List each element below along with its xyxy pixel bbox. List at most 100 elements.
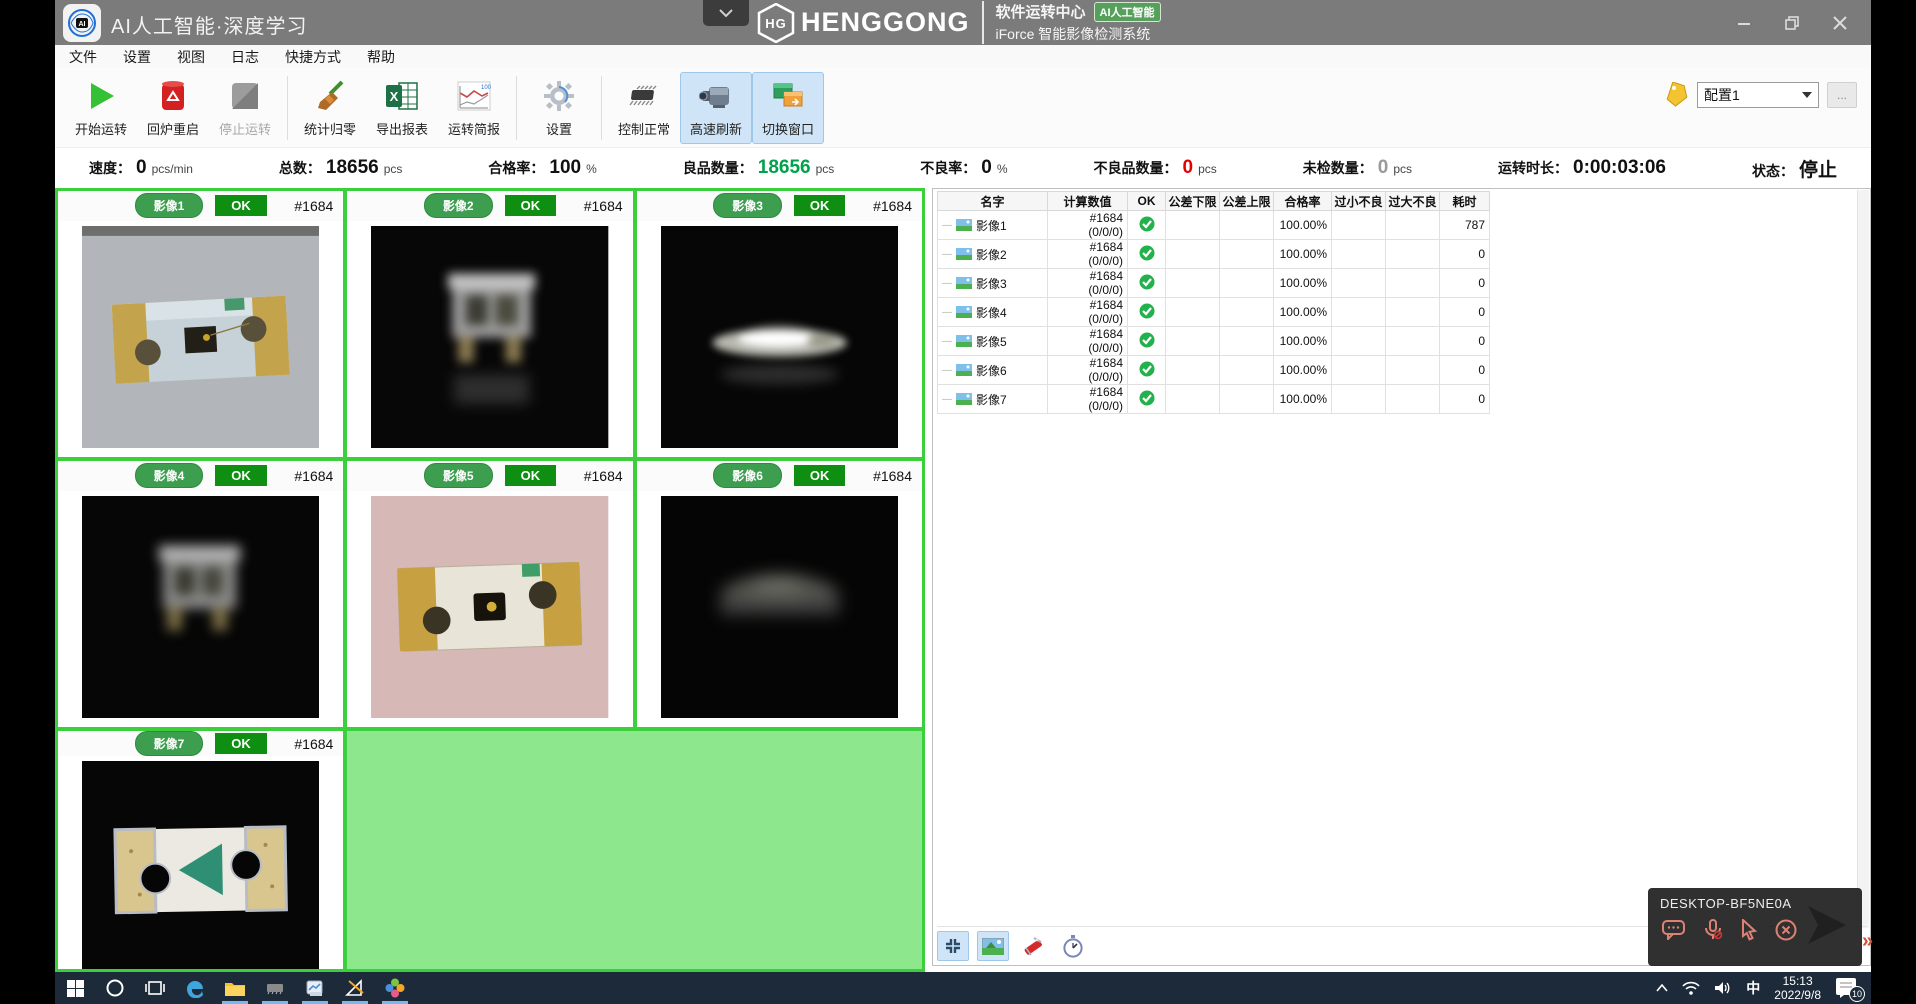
config-select[interactable]: 配置1 <box>1697 82 1819 108</box>
task-view-button[interactable] <box>135 972 175 1004</box>
color-dots-icon <box>385 978 405 998</box>
volume-icon[interactable] <box>1714 981 1732 995</box>
frame-count: #1684 <box>873 468 912 484</box>
stat-pass-rate: 合格率：100% <box>488 157 596 179</box>
ok-check-icon <box>1139 361 1155 377</box>
more-config-button[interactable]: ... <box>1827 82 1857 108</box>
restore-button[interactable] <box>1781 12 1803 34</box>
cursor-icon[interactable] <box>1740 919 1758 941</box>
camera-panel-3[interactable]: 影像3OK#1684 <box>637 191 922 457</box>
status-badge: OK <box>215 465 267 486</box>
collapse-tab[interactable] <box>703 0 749 26</box>
broom-icon <box>311 78 349 114</box>
ok-check-icon <box>1139 332 1155 348</box>
tools-button[interactable] <box>1017 931 1049 961</box>
popup-expand-chevrons[interactable]: » <box>1862 930 1871 953</box>
frame-count: #1684 <box>584 468 623 484</box>
cortana-button[interactable] <box>95 972 135 1004</box>
fit-view-button[interactable] <box>937 931 969 961</box>
wifi-icon[interactable] <box>1682 981 1700 995</box>
restart-button[interactable]: 回炉重启 <box>137 72 209 144</box>
camera-panel-4[interactable]: 影像4OK#1684 <box>58 461 343 727</box>
table-row[interactable]: —影像2 #1684 (0/0/0) 100.00% 0 <box>938 240 1490 269</box>
remote-session-popup: DESKTOP-BF5NE0A <box>1648 888 1862 966</box>
table-row[interactable]: —影像5 #1684 (0/0/0) 100.00% 0 <box>938 327 1490 356</box>
camera-label-badge: 影像4 <box>135 463 204 488</box>
camera-panel-2[interactable]: 影像2OK#1684 <box>347 191 632 457</box>
thumbnail-icon <box>956 364 972 376</box>
edge-button[interactable] <box>175 972 215 1004</box>
stopwatch-button[interactable] <box>1057 931 1089 961</box>
inspection-image-4 <box>58 491 343 727</box>
ok-check-icon <box>1139 303 1155 319</box>
microphone-muted-icon[interactable] <box>1703 919 1723 941</box>
color-app-button[interactable] <box>375 972 415 1004</box>
ime-indicator[interactable]: 中 <box>1746 978 1760 998</box>
results-panel: 名字计算数值OK公差下限公差上限合格率过小不良过大不良耗时 —影像1 #1684… <box>932 188 1871 966</box>
minimize-button[interactable] <box>1733 12 1755 34</box>
ai-brain-logo-icon: AI <box>63 4 101 42</box>
stats-bar: 速度：0pcs/min 总数：18656pcs 合格率：100% 良品数量：18… <box>55 148 1871 188</box>
image-icon <box>982 938 1004 955</box>
chip-app-button[interactable] <box>255 972 295 1004</box>
high-speed-refresh-button[interactable]: 高速刷新 <box>680 72 752 144</box>
stat-good-count: 良品数量：18656pcs <box>683 157 835 179</box>
chip-app-icon <box>264 981 286 995</box>
start-run-button[interactable]: 开始运转 <box>65 72 137 144</box>
control-normal-button[interactable]: 控制正常 <box>608 72 680 144</box>
switch-window-button[interactable]: 切换窗口 <box>752 72 824 144</box>
start-button[interactable] <box>55 972 95 1004</box>
table-row[interactable]: —影像4 #1684 (0/0/0) 100.00% 0 <box>938 298 1490 327</box>
status-badge: OK <box>794 195 846 216</box>
reset-stats-button[interactable]: 统计归零 <box>294 72 366 144</box>
chat-icon[interactable] <box>1662 920 1686 940</box>
menu-view[interactable]: 视图 <box>177 47 205 67</box>
ok-check-icon <box>1139 390 1155 406</box>
status-badge: OK <box>505 195 557 216</box>
camera-panel-7[interactable]: 影像7OK#1684 <box>58 731 343 969</box>
menu-file[interactable]: 文件 <box>69 47 97 67</box>
camera-panel-6[interactable]: 影像6OK#1684 <box>637 461 922 727</box>
report-app-button[interactable] <box>295 972 335 1004</box>
vertical-scrollbar[interactable] <box>1857 190 1869 928</box>
toolbar: 开始运转 回炉重启 停止运转 统计归零 X 导出报表 100% 运转简报 <box>55 68 1871 148</box>
app-window: AI AI人工智能·深度学习 HG HENGGONG 软件运转中心 AI人工智能… <box>55 0 1871 1004</box>
design-app-button[interactable] <box>335 972 375 1004</box>
close-button[interactable] <box>1829 12 1851 34</box>
title-center: HG HENGGONG 软件运转中心 AI人工智能 iForce 智能影像检测系… <box>703 0 1161 45</box>
chart-icon: 100% <box>455 78 493 114</box>
clock[interactable]: 15:13 2022/9/8 <box>1774 974 1821 1002</box>
image-view-button[interactable] <box>977 931 1009 961</box>
menu-log[interactable]: 日志 <box>231 47 259 67</box>
gear-icon <box>540 78 578 114</box>
camera-icon <box>697 78 735 114</box>
menu-settings[interactable]: 设置 <box>123 47 151 67</box>
export-report-button[interactable]: X 导出报表 <box>366 72 438 144</box>
center-subtitle: iForce 智能影像检测系统 <box>996 24 1161 44</box>
taskbar: 中 15:13 2022/9/8 10 <box>55 972 1871 1004</box>
cortana-ring-icon <box>106 979 124 997</box>
menu-help[interactable]: 帮助 <box>367 47 395 67</box>
camera-label-badge: 影像5 <box>424 463 493 488</box>
table-row[interactable]: —影像3 #1684 (0/0/0) 100.00% 0 <box>938 269 1490 298</box>
menu-shortcuts[interactable]: 快捷方式 <box>285 47 341 67</box>
table-row[interactable]: —影像6 #1684 (0/0/0) 100.00% 0 <box>938 356 1490 385</box>
stop-run-button[interactable]: 停止运转 <box>209 72 281 144</box>
camera-panel-5[interactable]: 影像5OK#1684 <box>347 461 632 727</box>
thumbnail-icon <box>956 219 972 231</box>
inspection-image-5 <box>347 491 632 727</box>
center-title: 软件运转中心 <box>996 1 1086 22</box>
settings-button[interactable]: 设置 <box>523 72 595 144</box>
svg-text:HG: HG <box>765 16 787 31</box>
table-row[interactable]: —影像7 #1684 (0/0/0) 100.00% 0 <box>938 385 1490 414</box>
camera-panel-1[interactable]: 影像1OK#1684 <box>58 191 343 457</box>
file-explorer-button[interactable] <box>215 972 255 1004</box>
notification-center-button[interactable]: 10 <box>1835 977 1861 999</box>
red-barrel-recycle-icon <box>154 78 192 114</box>
thumbnail-icon <box>956 335 972 347</box>
close-session-icon[interactable] <box>1775 919 1797 941</box>
run-brief-button[interactable]: 100% 运转简报 <box>438 72 510 144</box>
brand-logo: HG HENGGONG <box>757 3 970 43</box>
tray-expand-icon[interactable] <box>1656 984 1668 992</box>
table-row[interactable]: —影像1 #1684 (0/0/0) 100.00% 787 <box>938 211 1490 240</box>
